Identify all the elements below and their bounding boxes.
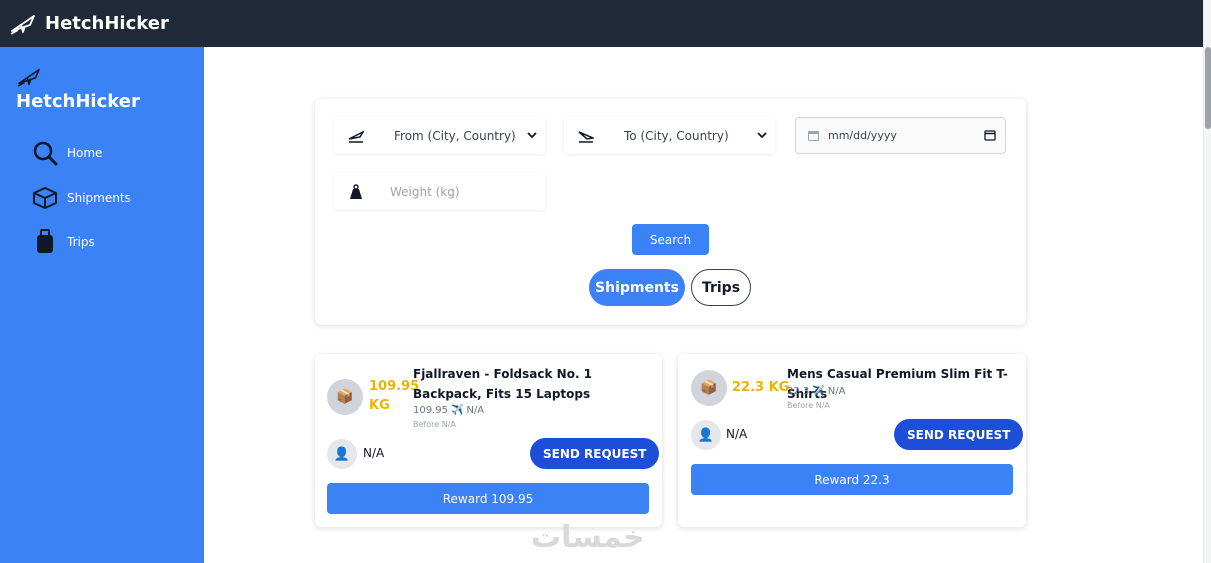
search-button[interactable]: Search [632,224,709,255]
shipment-meta-dest: N/A [466,405,485,416]
top-navbar: HetchHicker [0,0,1203,47]
send-request-button[interactable]: SEND REQUEST [530,438,660,469]
weight-icon [350,183,362,199]
plane-icon [10,14,35,35]
package-icon [33,187,57,209]
weight-input[interactable]: Weight (kg) [334,173,545,210]
user-name: N/A [726,427,748,441]
page-scrollbar[interactable] [1203,0,1211,563]
to-select[interactable]: To (City, Country) [564,117,775,154]
shipment-card: 📦 109.95 KG Fjallraven - Foldsack No. 1 … [315,354,662,527]
shipment-weight: 22.3 KG [732,380,790,395]
shipment-card: 📦 22.3 KG Mens Casual Premium Slim Fit T… [678,354,1026,527]
scrollbar-thumb[interactable] [1205,47,1211,129]
weight-placeholder: Weight (kg) [390,184,460,199]
shipment-before: Before N/A [413,420,456,429]
sidebar-item-label: Shipments [67,191,131,205]
chevron-down-icon [527,132,537,139]
from-select[interactable]: From (City, Country) [334,117,545,154]
shipment-meta: 109.95 ✈️ N/A [413,405,484,416]
tab-shipments[interactable]: Shipments [589,269,685,306]
plane-icon [17,68,40,87]
package-icon: 📦 [691,370,727,406]
from-placeholder: From (City, Country) [394,128,516,143]
avatar: 👤 [691,420,721,450]
sidebar-title: HetchHicker [16,91,140,112]
sidebar-item-shipments[interactable]: Shipments [32,185,131,211]
calendar-icon [808,131,819,141]
tab-trips[interactable]: Trips [691,269,751,306]
date-placeholder: mm/dd/yyyy [828,129,897,142]
search-icon [33,141,58,166]
shipment-meta-dest: N/A [827,386,846,397]
to-placeholder: To (City, Country) [624,128,729,143]
sidebar-item-home[interactable]: Home [32,140,102,166]
shipment-meta-value: 22.3 [787,386,810,397]
sidebar-item-label: Home [67,146,103,160]
sidebar-item-label: Trips [67,235,95,249]
app-title[interactable]: HetchHicker [45,13,169,34]
sidebar-item-trips[interactable]: Trips [32,229,95,255]
send-request-button[interactable]: SEND REQUEST [894,419,1024,450]
sidebar: HetchHicker Home Shipments Trips [0,47,204,563]
shipment-meta-value: 109.95 [413,405,448,416]
chevron-down-icon [757,132,767,139]
airplane-icon: ✈️ [812,386,825,397]
shipment-weight: 109.95 KG [369,379,420,413]
date-input[interactable]: mm/dd/yyyy [795,117,1006,154]
shipment-title: Mens Casual Premium Slim Fit T-Shirts [787,367,1008,401]
reward-button[interactable]: Reward 22.3 [691,464,1013,495]
shipment-title: Fjallraven - Foldsack No. 1 Backpack, Fi… [413,367,593,401]
suitcase-icon [37,229,53,253]
calendar-picker-icon[interactable] [984,129,996,141]
package-icon: 📦 [327,379,363,415]
shipment-meta: 22.3 ✈️ N/A [787,386,845,397]
shipment-before: Before N/A [787,401,830,410]
plane-departure-icon [348,130,364,143]
reward-button[interactable]: Reward 109.95 [327,483,649,514]
search-panel: From (City, Country) To (City, Country) … [315,99,1026,325]
avatar: 👤 [327,439,357,469]
watermark-logo: خمسات [531,520,645,555]
plane-arrival-icon [578,130,594,143]
airplane-icon: ✈️ [451,405,464,416]
user-name: N/A [363,446,385,460]
